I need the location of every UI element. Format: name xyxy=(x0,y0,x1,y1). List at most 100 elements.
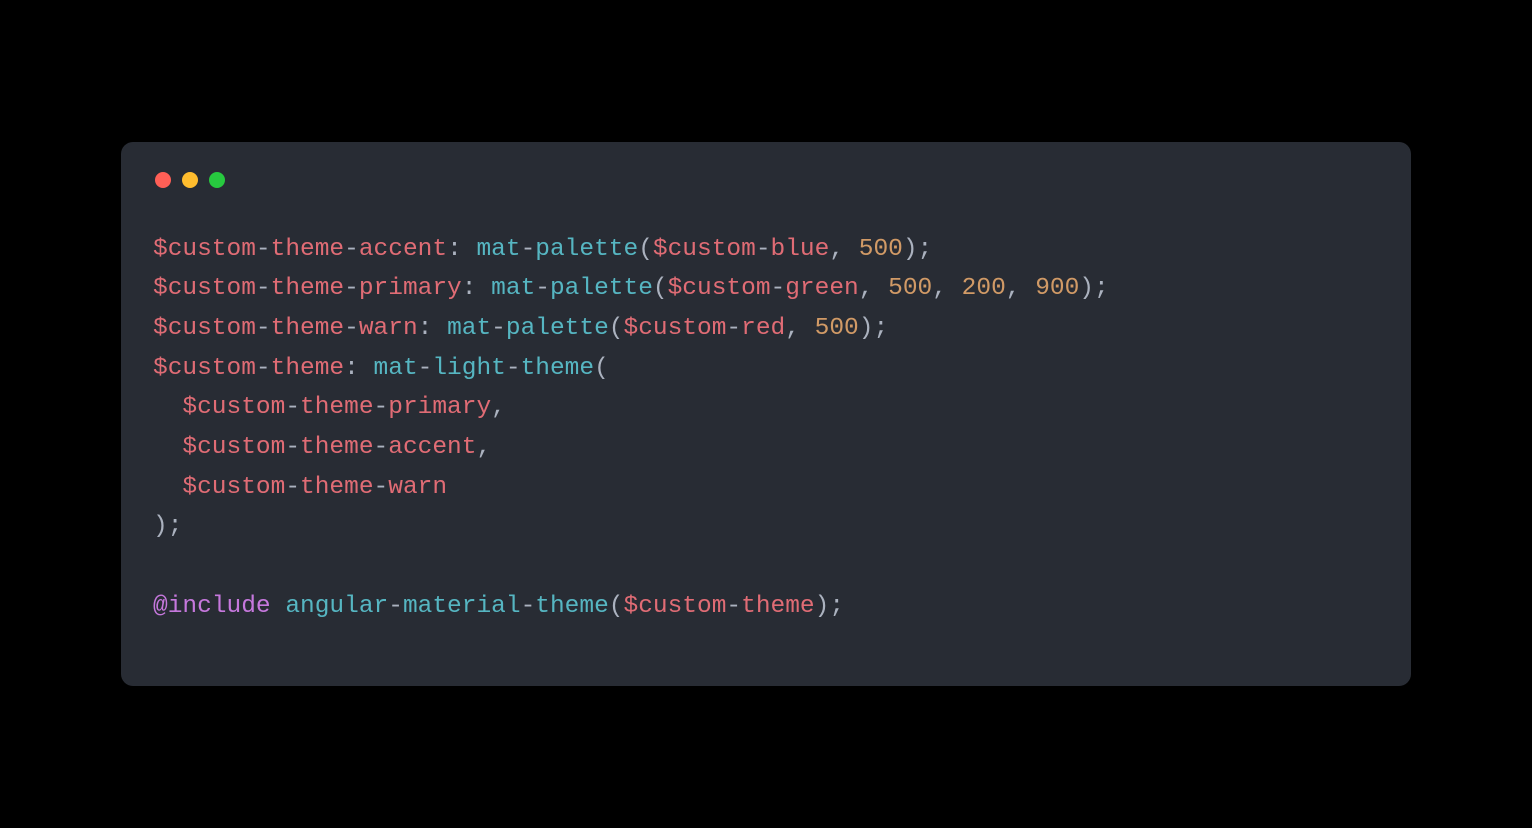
code-token: , xyxy=(932,275,961,302)
code-token: theme xyxy=(271,315,345,342)
code-token: - xyxy=(726,315,741,342)
code-token: red xyxy=(741,315,785,342)
code-token: ); xyxy=(815,593,844,620)
code-token: $custom xyxy=(153,315,256,342)
code-token xyxy=(271,593,286,620)
code-token: light xyxy=(432,355,506,382)
code-token: - xyxy=(726,593,741,620)
code-token: - xyxy=(771,275,786,302)
code-line: $custom-theme-accent, xyxy=(153,434,491,461)
code-token: theme xyxy=(271,355,345,382)
close-icon[interactable] xyxy=(155,172,171,188)
code-line: @include angular-material-theme($custom-… xyxy=(153,593,844,620)
code-token: 500 xyxy=(888,275,932,302)
code-token: blue xyxy=(771,236,830,263)
code-token: $custom xyxy=(153,236,256,263)
code-token: theme xyxy=(741,593,815,620)
code-token: ( xyxy=(653,275,668,302)
code-token: material xyxy=(403,593,521,620)
code-token: ( xyxy=(594,355,609,382)
code-token: theme xyxy=(535,593,609,620)
code-token: $custom xyxy=(182,394,285,421)
code-token: theme xyxy=(271,236,345,263)
code-token: - xyxy=(756,236,771,263)
code-token: - xyxy=(535,275,550,302)
code-token: 900 xyxy=(1035,275,1079,302)
code-token: - xyxy=(506,355,521,382)
code-token: mat xyxy=(491,275,535,302)
code-token: primary xyxy=(388,394,491,421)
code-token: 200 xyxy=(962,275,1006,302)
code-token: $custom xyxy=(624,593,727,620)
code-token: , xyxy=(785,315,814,342)
code-token: : xyxy=(418,315,447,342)
code-token: green xyxy=(785,275,859,302)
code-token: - xyxy=(521,236,536,263)
code-token: palette xyxy=(550,275,653,302)
code-token: $custom xyxy=(653,236,756,263)
code-token: ); xyxy=(903,236,932,263)
code-token: - xyxy=(256,355,271,382)
code-token: ); xyxy=(153,513,182,540)
code-token: ( xyxy=(609,593,624,620)
code-token: - xyxy=(374,474,389,501)
code-token: $custom xyxy=(624,315,727,342)
code-token: @include xyxy=(153,593,271,620)
code-token: - xyxy=(374,434,389,461)
code-token: : xyxy=(462,275,491,302)
code-line: $custom-theme-warn xyxy=(153,474,447,501)
code-token: , xyxy=(491,394,506,421)
code-token: accent xyxy=(388,434,476,461)
code-token: - xyxy=(491,315,506,342)
minimize-icon[interactable] xyxy=(182,172,198,188)
code-token: theme xyxy=(521,355,595,382)
code-token: $custom xyxy=(153,355,256,382)
code-token: warn xyxy=(359,315,418,342)
code-token: 500 xyxy=(815,315,859,342)
code-token: : xyxy=(344,355,373,382)
code-window: $custom-theme-accent: mat-palette($custo… xyxy=(121,142,1411,687)
code-line: $custom-theme-primary: mat-palette($cust… xyxy=(153,275,1109,302)
code-token: , xyxy=(476,434,491,461)
code-token: - xyxy=(344,236,359,263)
code-token: $custom xyxy=(153,275,256,302)
code-token: - xyxy=(521,593,536,620)
code-token: ); xyxy=(859,315,888,342)
code-token: $custom xyxy=(182,474,285,501)
code-token: , xyxy=(859,275,888,302)
code-token: accent xyxy=(359,236,447,263)
code-token: - xyxy=(285,434,300,461)
code-token: theme xyxy=(300,434,374,461)
code-token: - xyxy=(344,275,359,302)
code-token: palette xyxy=(535,236,638,263)
code-token: - xyxy=(256,275,271,302)
code-token: 500 xyxy=(859,236,903,263)
code-token: palette xyxy=(506,315,609,342)
code-line: $custom-theme: mat-light-theme( xyxy=(153,355,609,382)
code-token: mat xyxy=(447,315,491,342)
code-token: - xyxy=(256,315,271,342)
code-token xyxy=(153,434,182,461)
code-token: $custom xyxy=(182,434,285,461)
code-token: - xyxy=(344,315,359,342)
code-token: ( xyxy=(609,315,624,342)
code-token: - xyxy=(256,236,271,263)
code-token: - xyxy=(285,394,300,421)
code-token: mat xyxy=(476,236,520,263)
code-line: $custom-theme-warn: mat-palette($custom-… xyxy=(153,315,888,342)
code-token: $custom xyxy=(668,275,771,302)
code-token xyxy=(153,474,182,501)
code-token: ( xyxy=(638,236,653,263)
code-token: - xyxy=(374,394,389,421)
code-line: ); xyxy=(153,513,182,540)
code-token: primary xyxy=(359,275,462,302)
code-token: : xyxy=(447,236,476,263)
code-token: - xyxy=(418,355,433,382)
window-titlebar xyxy=(153,172,1379,188)
zoom-icon[interactable] xyxy=(209,172,225,188)
code-token: , xyxy=(829,236,858,263)
code-token: theme xyxy=(300,474,374,501)
code-token: , xyxy=(1006,275,1035,302)
code-token: angular xyxy=(285,593,388,620)
code-line: $custom-theme-primary, xyxy=(153,394,506,421)
